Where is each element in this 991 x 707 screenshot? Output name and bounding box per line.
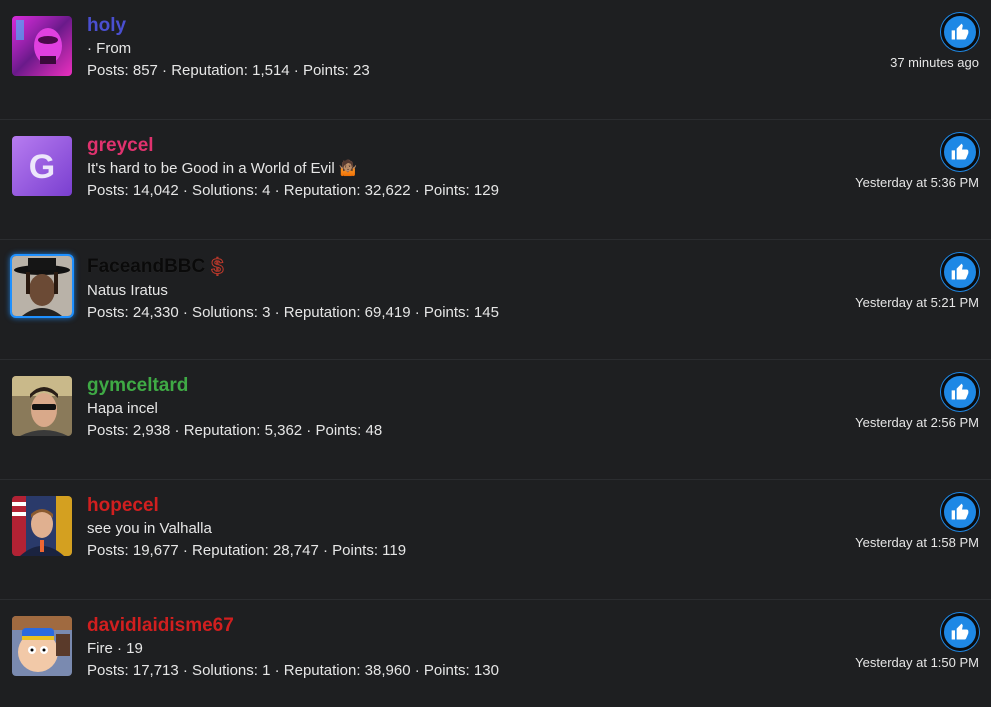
username-link[interactable]: hopecel	[87, 494, 159, 518]
timestamp: Yesterday at 5:36 PM	[855, 175, 979, 190]
avatar[interactable]	[12, 16, 72, 76]
user-title: It's hard to be Good in a World of Evil …	[87, 160, 358, 177]
like-button[interactable]	[941, 373, 979, 411]
timestamp: Yesterday at 5:21 PM	[855, 295, 979, 310]
user-title: Fire · 19	[87, 640, 143, 657]
timestamp: Yesterday at 1:58 PM	[855, 535, 979, 550]
list-item: hopecel see you in Valhalla Posts: 19,67…	[0, 480, 991, 600]
like-button[interactable]	[941, 253, 979, 291]
user-stats: Posts: 19,677 · Reputation: 28,747 · Poi…	[87, 542, 407, 559]
avatar[interactable]: G	[12, 136, 72, 196]
list-item: holy · From Posts: 857 · Reputation: 1,5…	[0, 0, 991, 120]
user-stats: Posts: 14,042 · Solutions: 4 · Reputatio…	[87, 182, 499, 199]
list-item: gymceltard Hapa incel Posts: 2,938 · Rep…	[0, 360, 991, 480]
like-button[interactable]	[941, 493, 979, 531]
like-button[interactable]	[941, 613, 979, 651]
thumbs-up-icon	[951, 383, 969, 400]
user-stats: Posts: 24,330 · Solutions: 3 · Reputatio…	[87, 304, 499, 321]
user-stats: Posts: 2,938 · Reputation: 5,362 · Point…	[87, 422, 383, 439]
user-title: Natus Iratus	[87, 282, 168, 299]
thumbs-up-icon	[951, 263, 969, 280]
list-item: FaceandBBC $ Natus Iratus Posts: 24,330 ·…	[0, 240, 991, 360]
user-title: Hapa incel	[87, 400, 158, 417]
user-stats: Posts: 17,713 · Solutions: 1 · Reputatio…	[87, 662, 499, 679]
username-link[interactable]: holy	[87, 14, 126, 38]
timestamp: 37 minutes ago	[890, 55, 979, 70]
list-item: G greycel It's hard to be Good in a Worl…	[0, 120, 991, 240]
user-stats: Posts: 857 · Reputation: 1,514 · Points:…	[87, 62, 370, 79]
username-link[interactable]: gymceltard	[87, 374, 188, 398]
avatar-letter: G	[29, 148, 55, 186]
username-link[interactable]: greycel	[87, 134, 154, 158]
thumbs-up-icon	[951, 503, 969, 520]
thumbs-up-icon	[951, 143, 969, 160]
thumbs-up-icon	[951, 23, 969, 40]
like-button[interactable]	[941, 13, 979, 51]
dollar-badge-icon: $	[211, 254, 224, 280]
list-item: davidlaidisme67 Fire · 19 Posts: 17,713 …	[0, 600, 991, 707]
username-link[interactable]: davidlaidisme67	[87, 614, 234, 638]
timestamp: Yesterday at 1:50 PM	[855, 655, 979, 670]
username-link[interactable]: FaceandBBC	[87, 255, 205, 279]
avatar[interactable]	[12, 376, 72, 436]
timestamp: Yesterday at 2:56 PM	[855, 415, 979, 430]
user-title: · From	[87, 40, 132, 57]
avatar[interactable]	[12, 496, 72, 556]
avatar[interactable]	[12, 616, 72, 676]
user-title: see you in Valhalla	[87, 520, 212, 537]
reactions-list: holy · From Posts: 857 · Reputation: 1,5…	[0, 0, 991, 707]
thumbs-up-icon	[951, 623, 969, 640]
like-button[interactable]	[941, 133, 979, 171]
avatar[interactable]	[12, 256, 72, 316]
